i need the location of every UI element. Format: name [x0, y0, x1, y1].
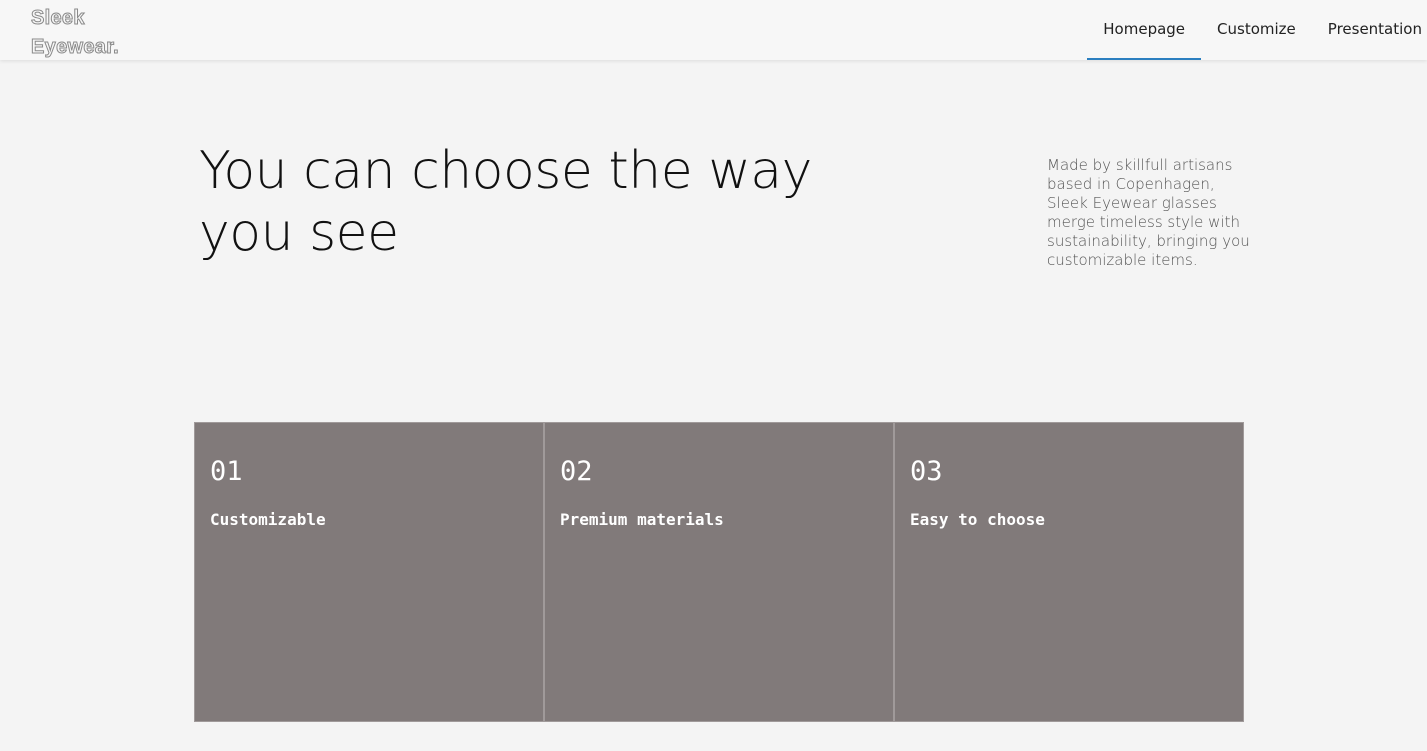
logo-line-1: Sleek	[30, 7, 85, 30]
site-logo[interactable]: Sleek Eyewear.	[30, 4, 120, 62]
feature-card-customizable: 01 Customizable	[194, 422, 544, 722]
hero-title: You can choose the way you see	[199, 141, 812, 263]
feature-title: Customizable	[210, 510, 326, 529]
nav-item-customize[interactable]: Customize	[1201, 0, 1312, 60]
feature-card-premium-materials: 02 Premium materials	[544, 422, 894, 722]
feature-title: Easy to choose	[910, 510, 1045, 529]
feature-number: 02	[560, 456, 593, 487]
hero-description: Made by skillfull artisans based in Cope…	[1047, 156, 1250, 269]
feature-number: 03	[910, 456, 943, 487]
feature-number: 01	[210, 456, 243, 487]
feature-title: Premium materials	[560, 510, 724, 529]
feature-card-easy-to-choose: 03 Easy to choose	[894, 422, 1244, 722]
site-header: Sleek Eyewear. Homepage Customize Presen…	[0, 0, 1427, 60]
logo-line-2: Eyewear.	[30, 36, 120, 59]
feature-cards: 01 Customizable 02 Premium materials 03 …	[194, 422, 1244, 722]
nav-item-presentation[interactable]: Presentation	[1312, 0, 1427, 60]
nav-item-homepage[interactable]: Homepage	[1087, 0, 1202, 60]
main-nav: Homepage Customize Presentation	[1087, 0, 1427, 60]
